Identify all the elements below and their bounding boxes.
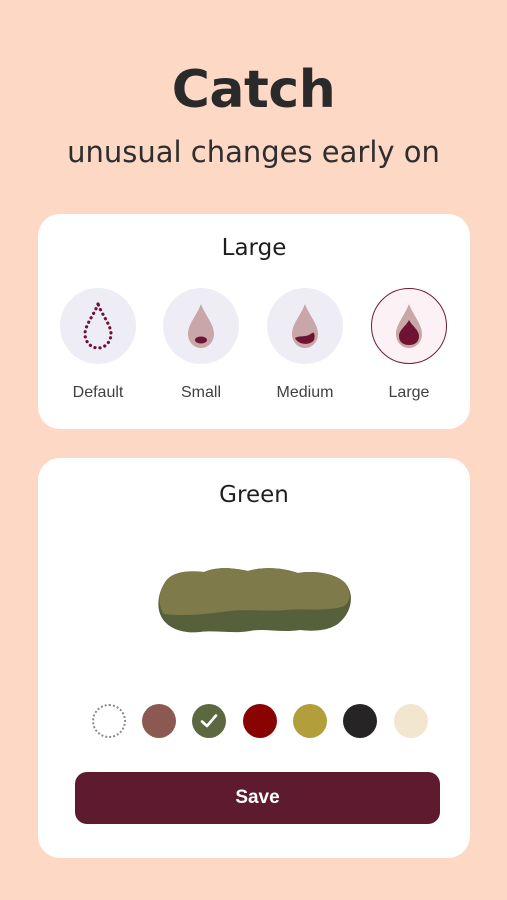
subheadline: unusual changes early on — [67, 135, 440, 169]
size-option-medium-circle — [267, 288, 343, 364]
size-option-medium[interactable]: Medium — [260, 288, 350, 402]
save-button[interactable]: Save — [75, 772, 440, 824]
drop-medium-icon — [292, 304, 318, 348]
color-card: Green Save — [38, 458, 470, 858]
size-option-large[interactable]: Large — [364, 288, 454, 402]
size-card: Large Default Small Medium Large — [38, 214, 470, 429]
color-swatch-red[interactable] — [243, 704, 277, 738]
size-option-default-circle — [60, 288, 136, 364]
color-swatch-black[interactable] — [343, 704, 377, 738]
stool-shape-icon — [158, 568, 351, 633]
drop-small-icon — [188, 304, 214, 348]
color-swatch-none[interactable] — [92, 704, 126, 738]
color-swatch-yellow[interactable] — [293, 704, 327, 738]
size-option-default[interactable]: Default — [53, 288, 143, 402]
color-swatch-brown[interactable] — [142, 704, 176, 738]
size-option-default-label: Default — [72, 384, 124, 401]
drop-outline-icon — [83, 301, 113, 350]
color-swatch-pale[interactable] — [394, 704, 428, 738]
checkmark-icon — [200, 714, 218, 728]
size-option-large-label: Large — [388, 384, 430, 401]
color-swatch-green[interactable] — [192, 704, 226, 738]
size-option-medium-label: Medium — [276, 384, 334, 401]
size-option-large-circle — [371, 288, 447, 364]
size-card-title: Large — [221, 235, 287, 261]
size-option-small-label: Small — [180, 384, 221, 401]
size-option-small-circle — [163, 288, 239, 364]
color-card-title: Green — [219, 482, 289, 508]
size-option-small[interactable]: Small — [156, 288, 246, 402]
drop-large-icon — [396, 304, 422, 348]
headline: Catch — [171, 60, 336, 120]
